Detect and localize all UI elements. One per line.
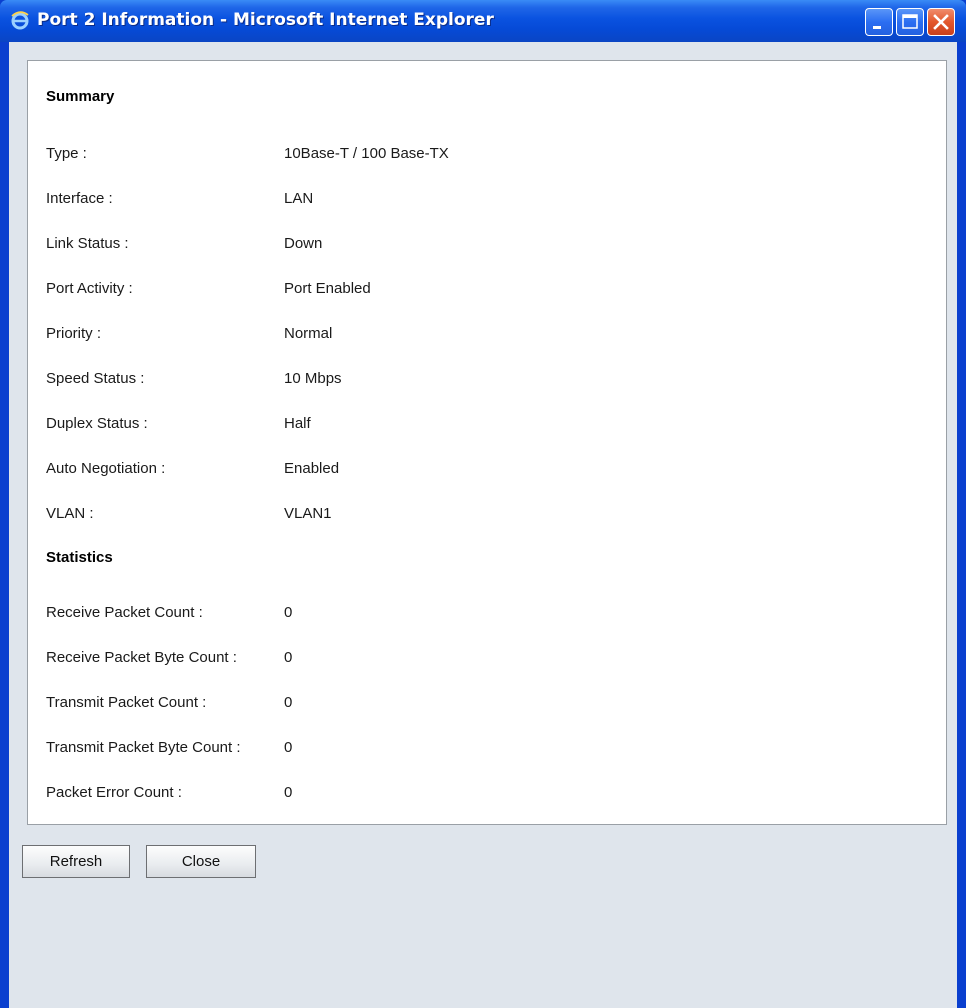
window-client-area: Summary Type : 10Base-T / 100 Base-TX In… — [9, 42, 957, 1008]
statistics-heading: Statistics — [46, 549, 113, 566]
row-value: 10Base-T / 100 Base-TX — [284, 145, 449, 162]
row-label: Link Status : — [46, 235, 129, 252]
close-button[interactable]: Close — [146, 845, 256, 878]
row-value: LAN — [284, 190, 314, 207]
row-label: Transmit Packet Count : — [46, 694, 207, 711]
row-label: Type : — [46, 145, 87, 162]
row-label: Auto Negotiation : — [46, 460, 166, 477]
row-value: 0 — [284, 649, 293, 666]
window-title: Port 2 Information - Microsoft Internet … — [37, 10, 494, 30]
minimize-button[interactable] — [865, 8, 893, 36]
maximize-button[interactable] — [896, 8, 924, 36]
port-information-panel: Summary Type : 10Base-T / 100 Base-TX In… — [27, 60, 947, 825]
browser-window: Port 2 Information - Microsoft Internet … — [0, 0, 966, 1008]
minimize-icon — [873, 26, 881, 29]
summary-heading: Summary — [46, 88, 115, 105]
row-label: Priority : — [46, 325, 102, 342]
ie-icon — [10, 10, 30, 30]
maximize-icon — [902, 14, 918, 29]
row-value: 0 — [284, 784, 293, 801]
row-label: Interface : — [46, 190, 113, 207]
row-label: Receive Packet Byte Count : — [46, 649, 237, 666]
row-label: Speed Status : — [46, 370, 145, 387]
close-window-button[interactable] — [927, 8, 955, 36]
row-label: VLAN : — [46, 505, 94, 522]
row-value: Port Enabled — [284, 280, 371, 297]
refresh-button[interactable]: Refresh — [22, 845, 130, 878]
row-value: Down — [284, 235, 323, 252]
row-value: VLAN1 — [284, 505, 332, 522]
row-label: Duplex Status : — [46, 415, 148, 432]
row-value: 10 Mbps — [284, 370, 342, 387]
row-value: 0 — [284, 739, 293, 756]
row-value: Half — [284, 415, 311, 432]
row-value: 0 — [284, 604, 293, 621]
row-label: Packet Error Count : — [46, 784, 182, 801]
close-icon — [933, 14, 949, 30]
row-value: Normal — [284, 325, 333, 342]
row-label: Transmit Packet Byte Count : — [46, 739, 241, 756]
row-label: Receive Packet Count : — [46, 604, 203, 621]
row-value: Enabled — [284, 460, 340, 477]
title-bar[interactable]: Port 2 Information - Microsoft Internet … — [0, 0, 966, 42]
row-label: Port Activity : — [46, 280, 133, 297]
row-value: 0 — [284, 694, 293, 711]
